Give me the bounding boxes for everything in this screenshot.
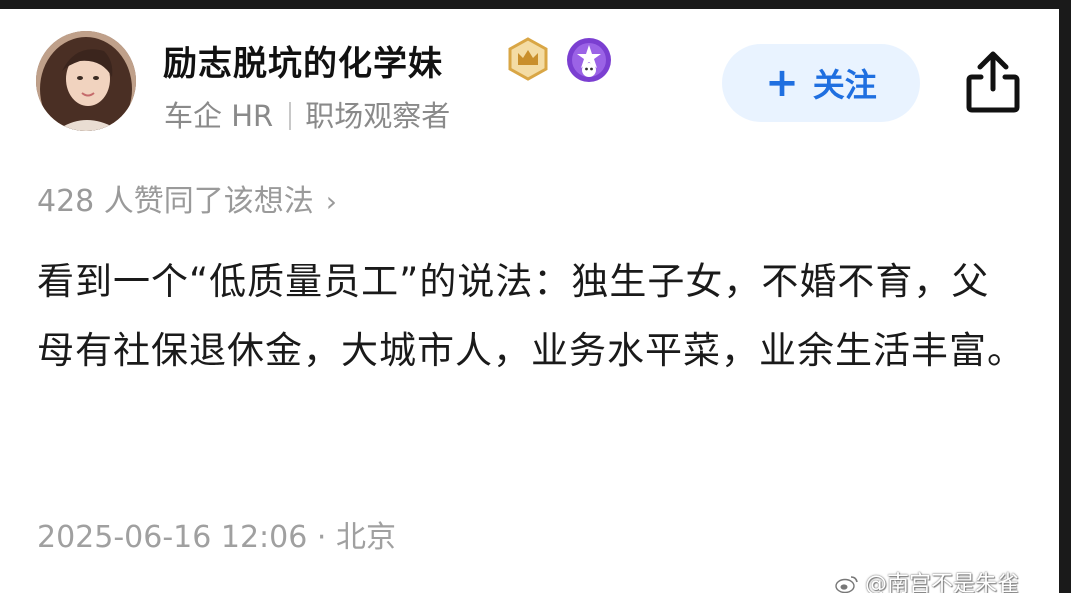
- avatar[interactable]: [36, 31, 136, 131]
- author-role: 车企 HR: [164, 99, 274, 133]
- right-border: [1059, 0, 1071, 593]
- crown-badge-icon: [506, 37, 550, 81]
- chevron-right-icon: ›: [325, 185, 337, 218]
- likes-text: 428 人赞同了该想法: [37, 184, 314, 219]
- star-avatar-badge-icon: [566, 37, 612, 83]
- post-body: 看到一个“低质量员工”的说法：独生子女，不婚不育，父母有社保退休金，大城市人，业…: [37, 260, 1025, 372]
- follow-label: 关注: [812, 66, 877, 104]
- share-icon[interactable]: [964, 49, 1022, 115]
- weibo-logo-icon: [835, 574, 859, 593]
- top-border: [0, 0, 1071, 9]
- follow-button[interactable]: + 关注: [722, 44, 920, 122]
- plus-icon: +: [765, 60, 799, 106]
- post-timestamp: 2025-06-16 12:06 · 北京: [37, 520, 396, 555]
- watermark-text: @南宫不是朱雀: [865, 572, 1020, 593]
- likes-summary[interactable]: 428 人赞同了该想法 ›: [37, 176, 337, 220]
- author-subtitle: 车企 HR 职场观察者: [164, 93, 450, 135]
- subtitle-divider: [289, 102, 292, 130]
- post-screenshot: 励志脱坑的化学妹 车企 HR 职场观察者 + 关注 428 人赞同了该想法 ›: [0, 0, 1071, 593]
- author-tag: 职场观察者: [305, 99, 451, 133]
- username[interactable]: 励志脱坑的化学妹: [163, 36, 443, 85]
- watermark: @南宫不是朱雀: [835, 566, 1019, 593]
